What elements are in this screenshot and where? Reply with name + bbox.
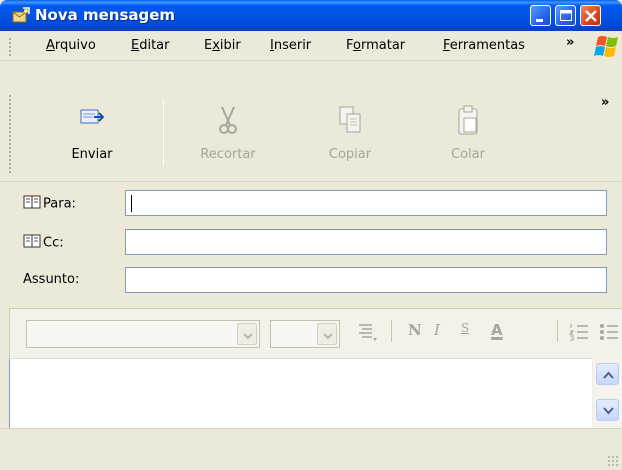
minimize-button[interactable] — [530, 5, 551, 26]
resize-grip[interactable] — [607, 455, 619, 467]
font-color-button[interactable]: A — [491, 321, 503, 339]
menu-label: erramentas — [449, 38, 525, 53]
maximize-icon — [560, 10, 572, 21]
new-message-icon — [12, 7, 30, 24]
address-book-icon — [23, 194, 41, 214]
cc-label: Cc: — [43, 235, 64, 251]
windows-logo — [592, 33, 622, 61]
paste-label: Colar — [451, 147, 485, 162]
menu-label: nserir — [273, 38, 312, 53]
format-separator — [557, 320, 558, 342]
toolbar-separator — [163, 100, 164, 166]
bold-button[interactable]: N — [408, 321, 422, 339]
menu-accel: E — [131, 38, 140, 53]
menu-formatar[interactable]: Formatar — [346, 38, 405, 53]
menu-overflow-chevron[interactable]: » — [566, 35, 574, 50]
menu-label: F — [346, 38, 354, 53]
message-body-editor[interactable] — [9, 358, 592, 428]
copy-button[interactable]: Copiar — [314, 95, 386, 175]
windows-flag-icon — [594, 36, 618, 57]
send-label: Enviar — [71, 147, 113, 162]
numbered-list-icon — [568, 324, 588, 341]
cc-label-button[interactable]: Cc: — [23, 233, 64, 253]
chevron-down-icon — [243, 333, 253, 340]
scroll-up-button[interactable] — [596, 363, 619, 385]
menu-arquivo[interactable]: Arquivo — [46, 38, 96, 53]
maximize-button[interactable] — [555, 5, 576, 26]
status-bar — [0, 428, 622, 470]
compose-window: Nova mensagem Arquivo Editar Exibir Inse… — [0, 0, 622, 470]
paste-button[interactable]: Colar — [432, 95, 504, 175]
chevron-up-icon — [603, 371, 614, 379]
subject-label: Assunto: — [23, 272, 80, 287]
size-dropdown-button[interactable] — [317, 323, 337, 345]
italic-button[interactable]: I — [434, 321, 440, 339]
toolbar-overflow-chevron[interactable]: » — [601, 95, 609, 110]
paste-icon — [456, 105, 480, 141]
font-size-select[interactable] — [270, 320, 340, 348]
text-caret — [131, 195, 132, 212]
font-name-select[interactable] — [26, 320, 260, 348]
cc-field[interactable] — [125, 229, 607, 255]
menu-label: rmatar — [360, 38, 406, 53]
scroll-down-button[interactable] — [596, 399, 619, 421]
to-label-button[interactable]: Para: — [23, 194, 76, 214]
chevron-down-icon — [323, 333, 333, 340]
window-title: Nova mensagem — [35, 6, 176, 24]
scissors-icon — [216, 105, 240, 139]
menu-bar: Arquivo Editar Exibir Inserir Formatar F… — [0, 31, 622, 61]
paragraph-style-icon — [359, 324, 377, 341]
toolbar-grip[interactable] — [9, 94, 11, 174]
menu-accel: F — [443, 38, 450, 53]
bullet-list-button[interactable] — [598, 321, 620, 347]
send-button[interactable]: Enviar — [56, 95, 128, 175]
send-icon — [79, 105, 105, 133]
numbered-list-button[interactable] — [568, 321, 590, 347]
menu-label: rquivo — [54, 38, 96, 53]
chevron-down-icon — [603, 407, 614, 415]
vertical-scrollbar[interactable] — [592, 358, 622, 428]
menu-label: E — [204, 38, 213, 53]
menu-accel: A — [46, 38, 55, 53]
menu-ferramentas[interactable]: Ferramentas — [443, 38, 525, 53]
title-bar[interactable]: Nova mensagem — [0, 0, 622, 31]
underline-button[interactable]: S — [461, 321, 469, 335]
cut-label: Recortar — [200, 147, 256, 162]
menu-label: ibir — [219, 38, 241, 53]
close-icon — [585, 10, 597, 22]
menu-accel: o — [353, 38, 361, 53]
cut-button[interactable]: Recortar — [192, 95, 264, 175]
minimize-icon — [536, 19, 543, 22]
format-separator — [391, 320, 392, 342]
copy-label: Copiar — [328, 147, 372, 162]
menu-exibir[interactable]: Exibir — [204, 38, 241, 53]
bullet-list-icon — [600, 324, 618, 340]
copy-icon — [337, 105, 363, 139]
menu-label: ditar — [139, 38, 170, 53]
font-dropdown-button[interactable] — [237, 323, 257, 345]
menu-grip[interactable] — [9, 37, 11, 57]
subject-field[interactable] — [125, 267, 607, 293]
paragraph-style-button[interactable] — [356, 321, 378, 347]
address-book-icon — [23, 233, 41, 253]
menu-editar[interactable]: Editar — [131, 38, 170, 53]
to-label: Para: — [43, 196, 76, 212]
to-field[interactable] — [125, 190, 607, 216]
menu-inserir[interactable]: Inserir — [270, 38, 311, 53]
menu-accel: x — [212, 38, 220, 53]
close-button[interactable] — [580, 5, 601, 26]
